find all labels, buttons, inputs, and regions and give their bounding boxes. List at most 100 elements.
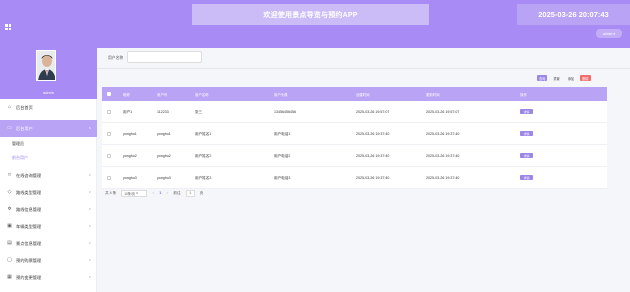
top-header: 欢迎使用景点导览与预约APP 2025-03-26 20:07:43 admin…: [0, 0, 630, 48]
cell-updated: 2025-03-26 19:37:40: [426, 154, 460, 158]
goto-page-input[interactable]: 1: [185, 189, 195, 197]
cell-updated: 2025-03-26 19:57:07: [426, 110, 460, 114]
chevron-down-icon: ∨: [88, 173, 91, 177]
calendar-icon: ▦: [7, 274, 12, 280]
bookmark-icon: ⌑: [8, 172, 11, 178]
column-header: 用户号: [157, 93, 168, 97]
cell-user-no: yonghu2: [157, 154, 171, 158]
search-input[interactable]: [127, 51, 202, 63]
row-checkbox[interactable]: [107, 132, 111, 136]
cell-avatar: 用户电话2: [274, 154, 291, 158]
sidebar-username: admin: [43, 90, 54, 95]
column-header: 创建时间: [356, 93, 370, 97]
sidebar-item-label: 后台用户: [16, 125, 33, 131]
sidebar-item-label: 在线咨询管理: [16, 172, 42, 178]
cell-user-no: 112233: [157, 110, 169, 114]
sidebar-item-label: 预约变更管理: [16, 274, 42, 280]
table-row: 用户1 112233 张三 13456456456 2025-03-26 19:…: [102, 101, 607, 123]
action-bar: 查询 重置 添加 删除: [537, 75, 591, 81]
row-checkbox[interactable]: [107, 176, 111, 180]
chevron-up-icon: ∧: [88, 126, 91, 130]
sidebar-subitem-front-users[interactable]: 前台用户: [0, 151, 97, 165]
cell-created: 2025-03-26 19:37:40: [356, 154, 390, 158]
user-menu-button[interactable]: admin ▾: [596, 29, 622, 38]
cell-updated: 2025-03-26 19:37:40: [426, 132, 460, 136]
main-content: 用户名称 查询 重置 添加 删除 昵称 用户号 用户名称 用户头像 创建时间 更…: [97, 48, 630, 292]
chevron-down-icon: ∨: [88, 275, 91, 279]
sidebar-item-route-type[interactable]: ◇ 路线类型管理 ∨: [0, 184, 97, 201]
next-page-button[interactable]: >: [166, 191, 168, 195]
cell-created: 2025-03-26 19:37:40: [356, 132, 390, 136]
column-header: 用户名称: [195, 93, 209, 97]
cell-avatar: 用户电话3: [274, 176, 291, 180]
ticket-icon: ▢: [7, 257, 12, 263]
cell-updated: 2025-03-26 19:37:40: [426, 176, 460, 180]
cell-nick: yonghu3: [123, 176, 137, 180]
cell-user-no: yonghu1: [157, 132, 171, 136]
pagination: 共 4 条 10条/页 ∨ < 1 > 前往 1 页: [105, 189, 203, 197]
sidebar-item-label: 后台首页: [16, 104, 33, 110]
cell-avatar: 13456456456: [274, 110, 296, 114]
sidebar-item-ticket-booking[interactable]: ▢ 预约购票管理 ∨: [0, 252, 97, 269]
row-checkbox[interactable]: [107, 154, 111, 158]
cell-name: 用户姓名1: [195, 132, 212, 136]
delete-button[interactable]: 删除: [580, 75, 591, 81]
chevron-down-icon: ∨: [88, 224, 91, 228]
table-row: yonghu3 yonghu3 用户姓名3 用户电话3 2025-03-26 1…: [102, 167, 607, 189]
cell-nick: yonghu1: [123, 132, 137, 136]
reset-button[interactable]: 重置: [551, 75, 561, 81]
sidebar-item-home[interactable]: ⌂ 后台首页: [0, 99, 97, 116]
datetime-text: 2025-03-26 20:07:43: [538, 10, 609, 19]
detail-button[interactable]: 详情: [520, 109, 533, 114]
doc-icon: ▤: [7, 240, 12, 246]
sidebar-item-vehicle-type[interactable]: ▣ 车辆类型管理 ∨: [0, 218, 97, 235]
current-page[interactable]: 1: [159, 191, 161, 195]
column-header: 昵称: [123, 93, 130, 97]
column-header: 用户头像: [274, 93, 288, 97]
sidebar-subitem-admins[interactable]: 管理员: [0, 137, 97, 151]
cell-nick: 用户1: [123, 110, 133, 114]
sidebar-item-backend-users[interactable]: ▭ 后台用户 ∧: [0, 120, 97, 137]
sidebar-item-booking-change[interactable]: ▦ 预约变更管理 ∨: [0, 269, 97, 286]
select-all-checkbox[interactable]: [107, 92, 111, 96]
total-count: 共 4 条: [105, 190, 117, 195]
cell-created: 2025-03-26 19:57:07: [356, 110, 390, 114]
prev-page-button[interactable]: <: [152, 191, 154, 195]
tag-icon: ◇: [7, 189, 12, 195]
divider: [97, 68, 630, 69]
cell-name: 张三: [195, 110, 203, 114]
cell-avatar: 用户电话1: [274, 132, 291, 136]
menu-grid-icon[interactable]: [5, 24, 11, 30]
table-row: yonghu2 yonghu2 用户姓名2 用户电话2 2025-03-26 1…: [102, 145, 607, 167]
home-icon: ⌂: [7, 104, 12, 110]
app-title-box: 欢迎使用景点导览与预约APP: [192, 4, 429, 25]
table-row: yonghu1 yonghu1 用户姓名1 用户电话1 2025-03-26 1…: [102, 123, 607, 145]
chevron-down-icon: ∨: [88, 241, 91, 245]
detail-button[interactable]: 详情: [520, 175, 533, 180]
profile-panel: admin: [0, 48, 97, 99]
sidebar-item-consult[interactable]: ⌑ 在线咨询管理 ∨: [0, 167, 97, 184]
gear-icon: ✲: [7, 206, 12, 212]
detail-button[interactable]: 详情: [520, 153, 533, 158]
sidebar: admin ⌂ 后台首页 ▭ 后台用户 ∧ 管理员 前台用户 ⌑ 在线咨询管理 …: [0, 48, 97, 292]
sidebar-item-label: 车辆类型管理: [16, 223, 42, 229]
box-icon: ▣: [7, 223, 12, 229]
search-button[interactable]: 查询: [537, 75, 548, 81]
detail-button[interactable]: 详情: [520, 131, 533, 136]
sidebar-item-scenic-info[interactable]: ▤ 景点信息管理 ∨: [0, 235, 97, 252]
user-table: 昵称 用户号 用户名称 用户头像 创建时间 更新时间 操作 用户1 112233…: [102, 87, 607, 189]
column-header: 更新时间: [426, 93, 440, 97]
page-size-select[interactable]: 10条/页 ∨: [121, 189, 148, 197]
sidebar-item-label: 路线信息管理: [16, 206, 42, 212]
cell-created: 2025-03-26 19:37:40: [356, 176, 390, 180]
monitor-icon: ▭: [7, 125, 12, 131]
row-checkbox[interactable]: [107, 110, 111, 114]
sidebar-item-route-info[interactable]: ✲ 路线信息管理 ∨: [0, 201, 97, 218]
add-button[interactable]: 添加: [566, 75, 576, 81]
cell-user-no: yonghu3: [157, 176, 171, 180]
sidebar-item-label: 景点信息管理: [16, 240, 42, 246]
page-suffix: 页: [199, 190, 204, 195]
chevron-down-icon: ∨: [88, 258, 91, 262]
cell-name: 用户姓名3: [195, 176, 212, 180]
search-label: 用户名称: [108, 56, 124, 60]
